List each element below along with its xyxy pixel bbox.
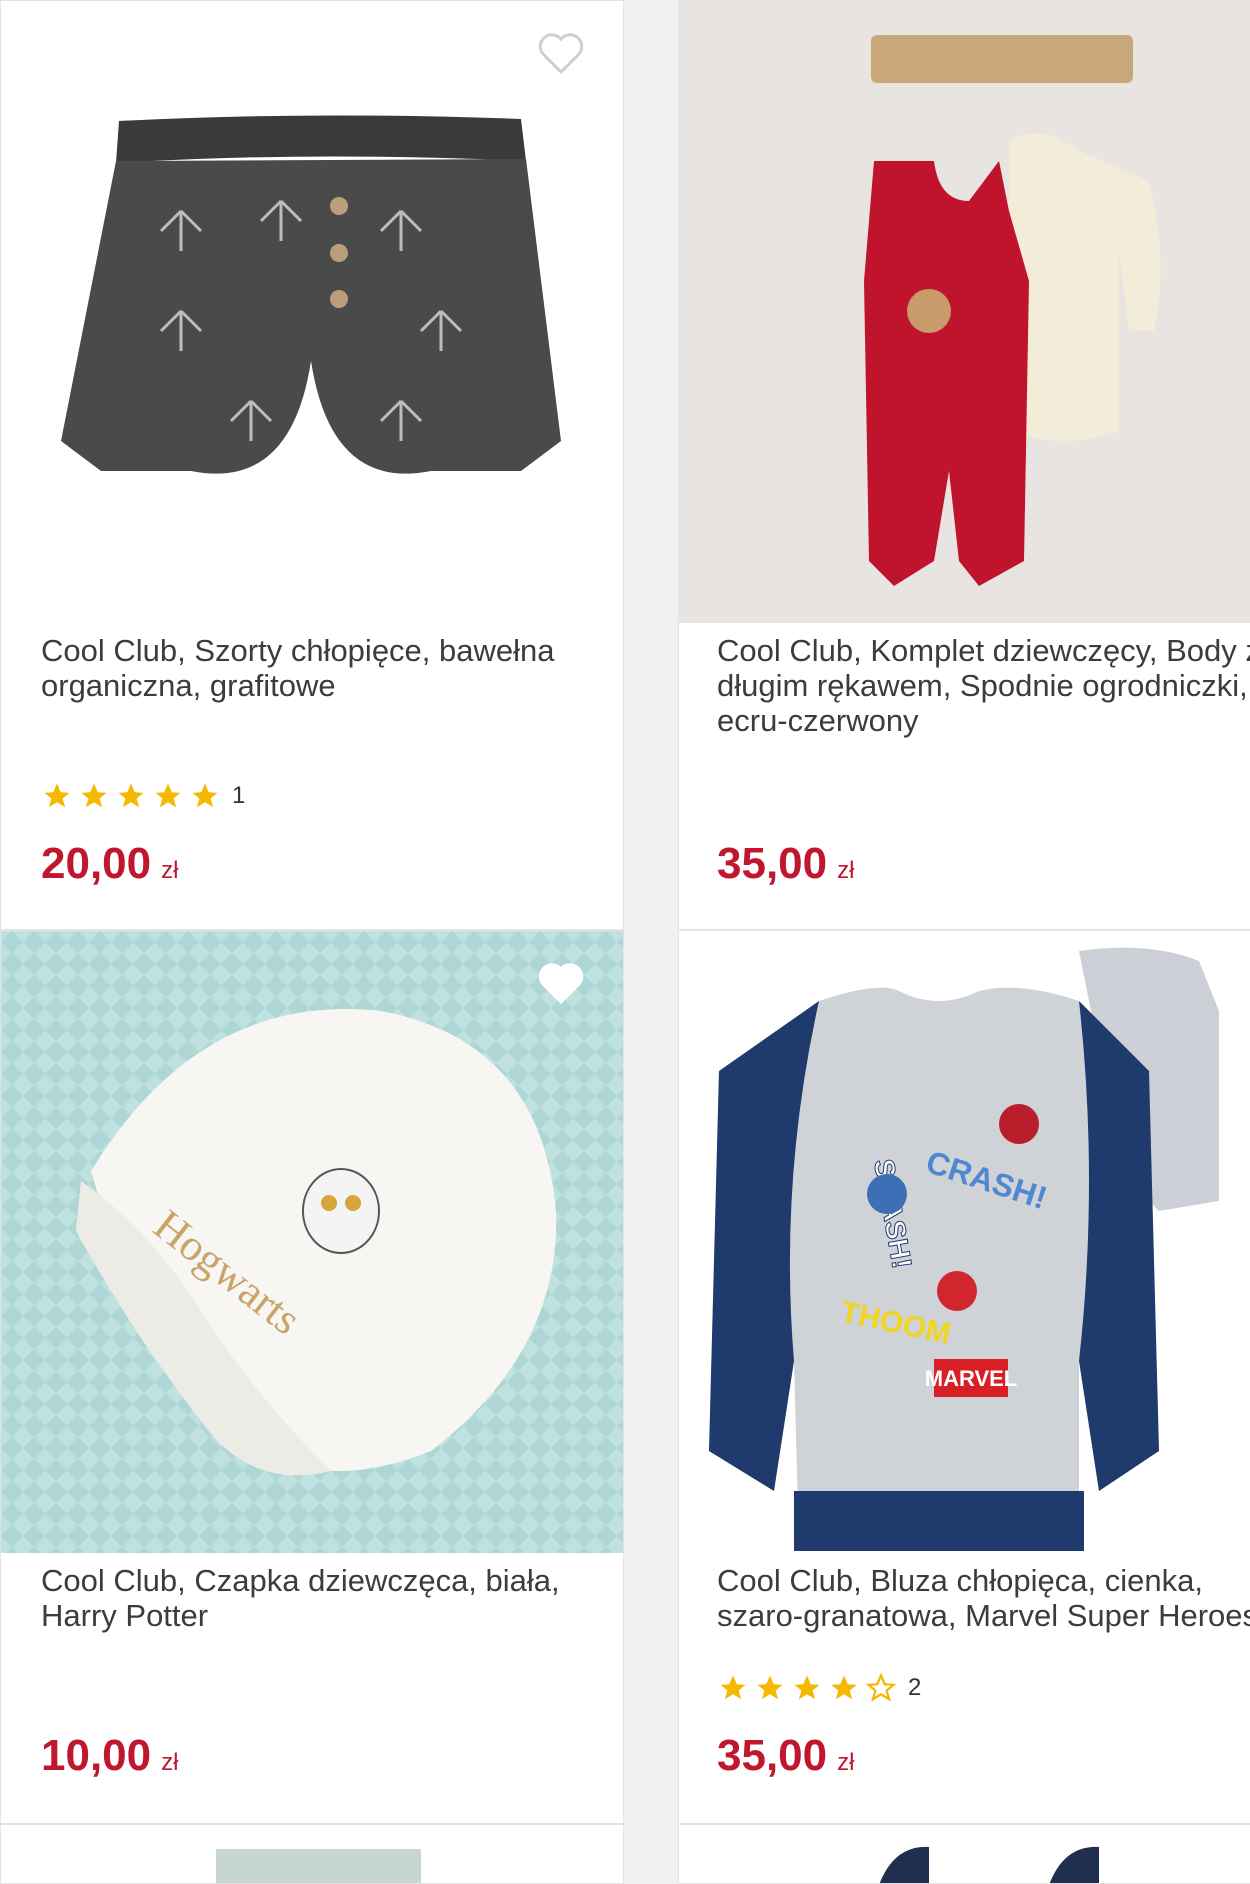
product-card[interactable]: Cool Club, Komplet dziewczęcy, Body z dł… <box>678 0 1250 930</box>
product-card-partial[interactable] <box>678 1824 1250 1884</box>
product-rating: 1 <box>41 781 245 811</box>
product-card[interactable]: Cool Club, Szorty chłopięce, bawełna org… <box>0 0 624 930</box>
price-currency: zł <box>837 857 855 884</box>
product-title[interactable]: Cool Club, Czapka dziewczęca, biała, Har… <box>41 1563 611 1633</box>
product-image-partial[interactable] <box>679 1825 1250 1884</box>
product-price: 20,00 zł <box>41 839 178 889</box>
star-filled-icon <box>794 1675 820 1700</box>
product-image-partial[interactable] <box>1 1825 624 1884</box>
price-value: 10,00 <box>41 1731 152 1780</box>
star-filled-icon <box>44 783 70 808</box>
product-price: 35,00 zł <box>717 1731 854 1781</box>
product-rating: 2 <box>717 1673 921 1703</box>
star-filled-icon <box>118 783 144 808</box>
product-card[interactable]: Hogwarts Cool Club, Czapka dziewczęca, b… <box>0 930 624 1824</box>
price-currency: zł <box>837 1749 855 1776</box>
star-filled-icon <box>757 1675 783 1700</box>
product-price: 10,00 zł <box>41 1731 178 1781</box>
product-card-partial[interactable] <box>0 1824 624 1884</box>
star-filled-icon <box>155 783 181 808</box>
price-currency: zł <box>161 857 179 884</box>
heart-outline-icon[interactable] <box>537 31 585 75</box>
review-count: 2 <box>908 1674 922 1701</box>
star-filled-icon <box>720 1675 746 1700</box>
product-title[interactable]: Cool Club, Komplet dziewczęcy, Body z dł… <box>717 633 1250 738</box>
star-filled-icon <box>192 783 218 808</box>
product-price: 35,00 zł <box>717 839 854 889</box>
price-value: 20,00 <box>41 839 152 888</box>
product-image-shorts[interactable] <box>1 1 623 623</box>
star-outline-icon <box>865 1673 897 1702</box>
product-image-hat[interactable]: Hogwarts <box>1 931 623 1553</box>
heart-outline-icon[interactable] <box>537 961 585 1005</box>
marvel-logo-text: MARVEL <box>925 1366 1018 1391</box>
review-count: 1 <box>232 782 246 809</box>
product-title[interactable]: Cool Club, Szorty chłopięce, bawełna org… <box>41 633 611 703</box>
price-value: 35,00 <box>717 1731 828 1780</box>
product-card[interactable]: SMASH! CRASH! THOOM MARVEL Cool Club, Bl… <box>678 930 1250 1824</box>
star-filled-icon <box>81 783 107 808</box>
product-title[interactable]: Cool Club, Bluza chłopięca, cienka, szar… <box>717 1563 1250 1633</box>
price-value: 35,00 <box>717 839 828 888</box>
product-image-sweatshirt[interactable]: SMASH! CRASH! THOOM MARVEL <box>679 931 1250 1553</box>
star-filled-icon <box>831 1675 857 1700</box>
price-currency: zł <box>161 1749 179 1776</box>
product-image-set[interactable] <box>679 1 1250 623</box>
